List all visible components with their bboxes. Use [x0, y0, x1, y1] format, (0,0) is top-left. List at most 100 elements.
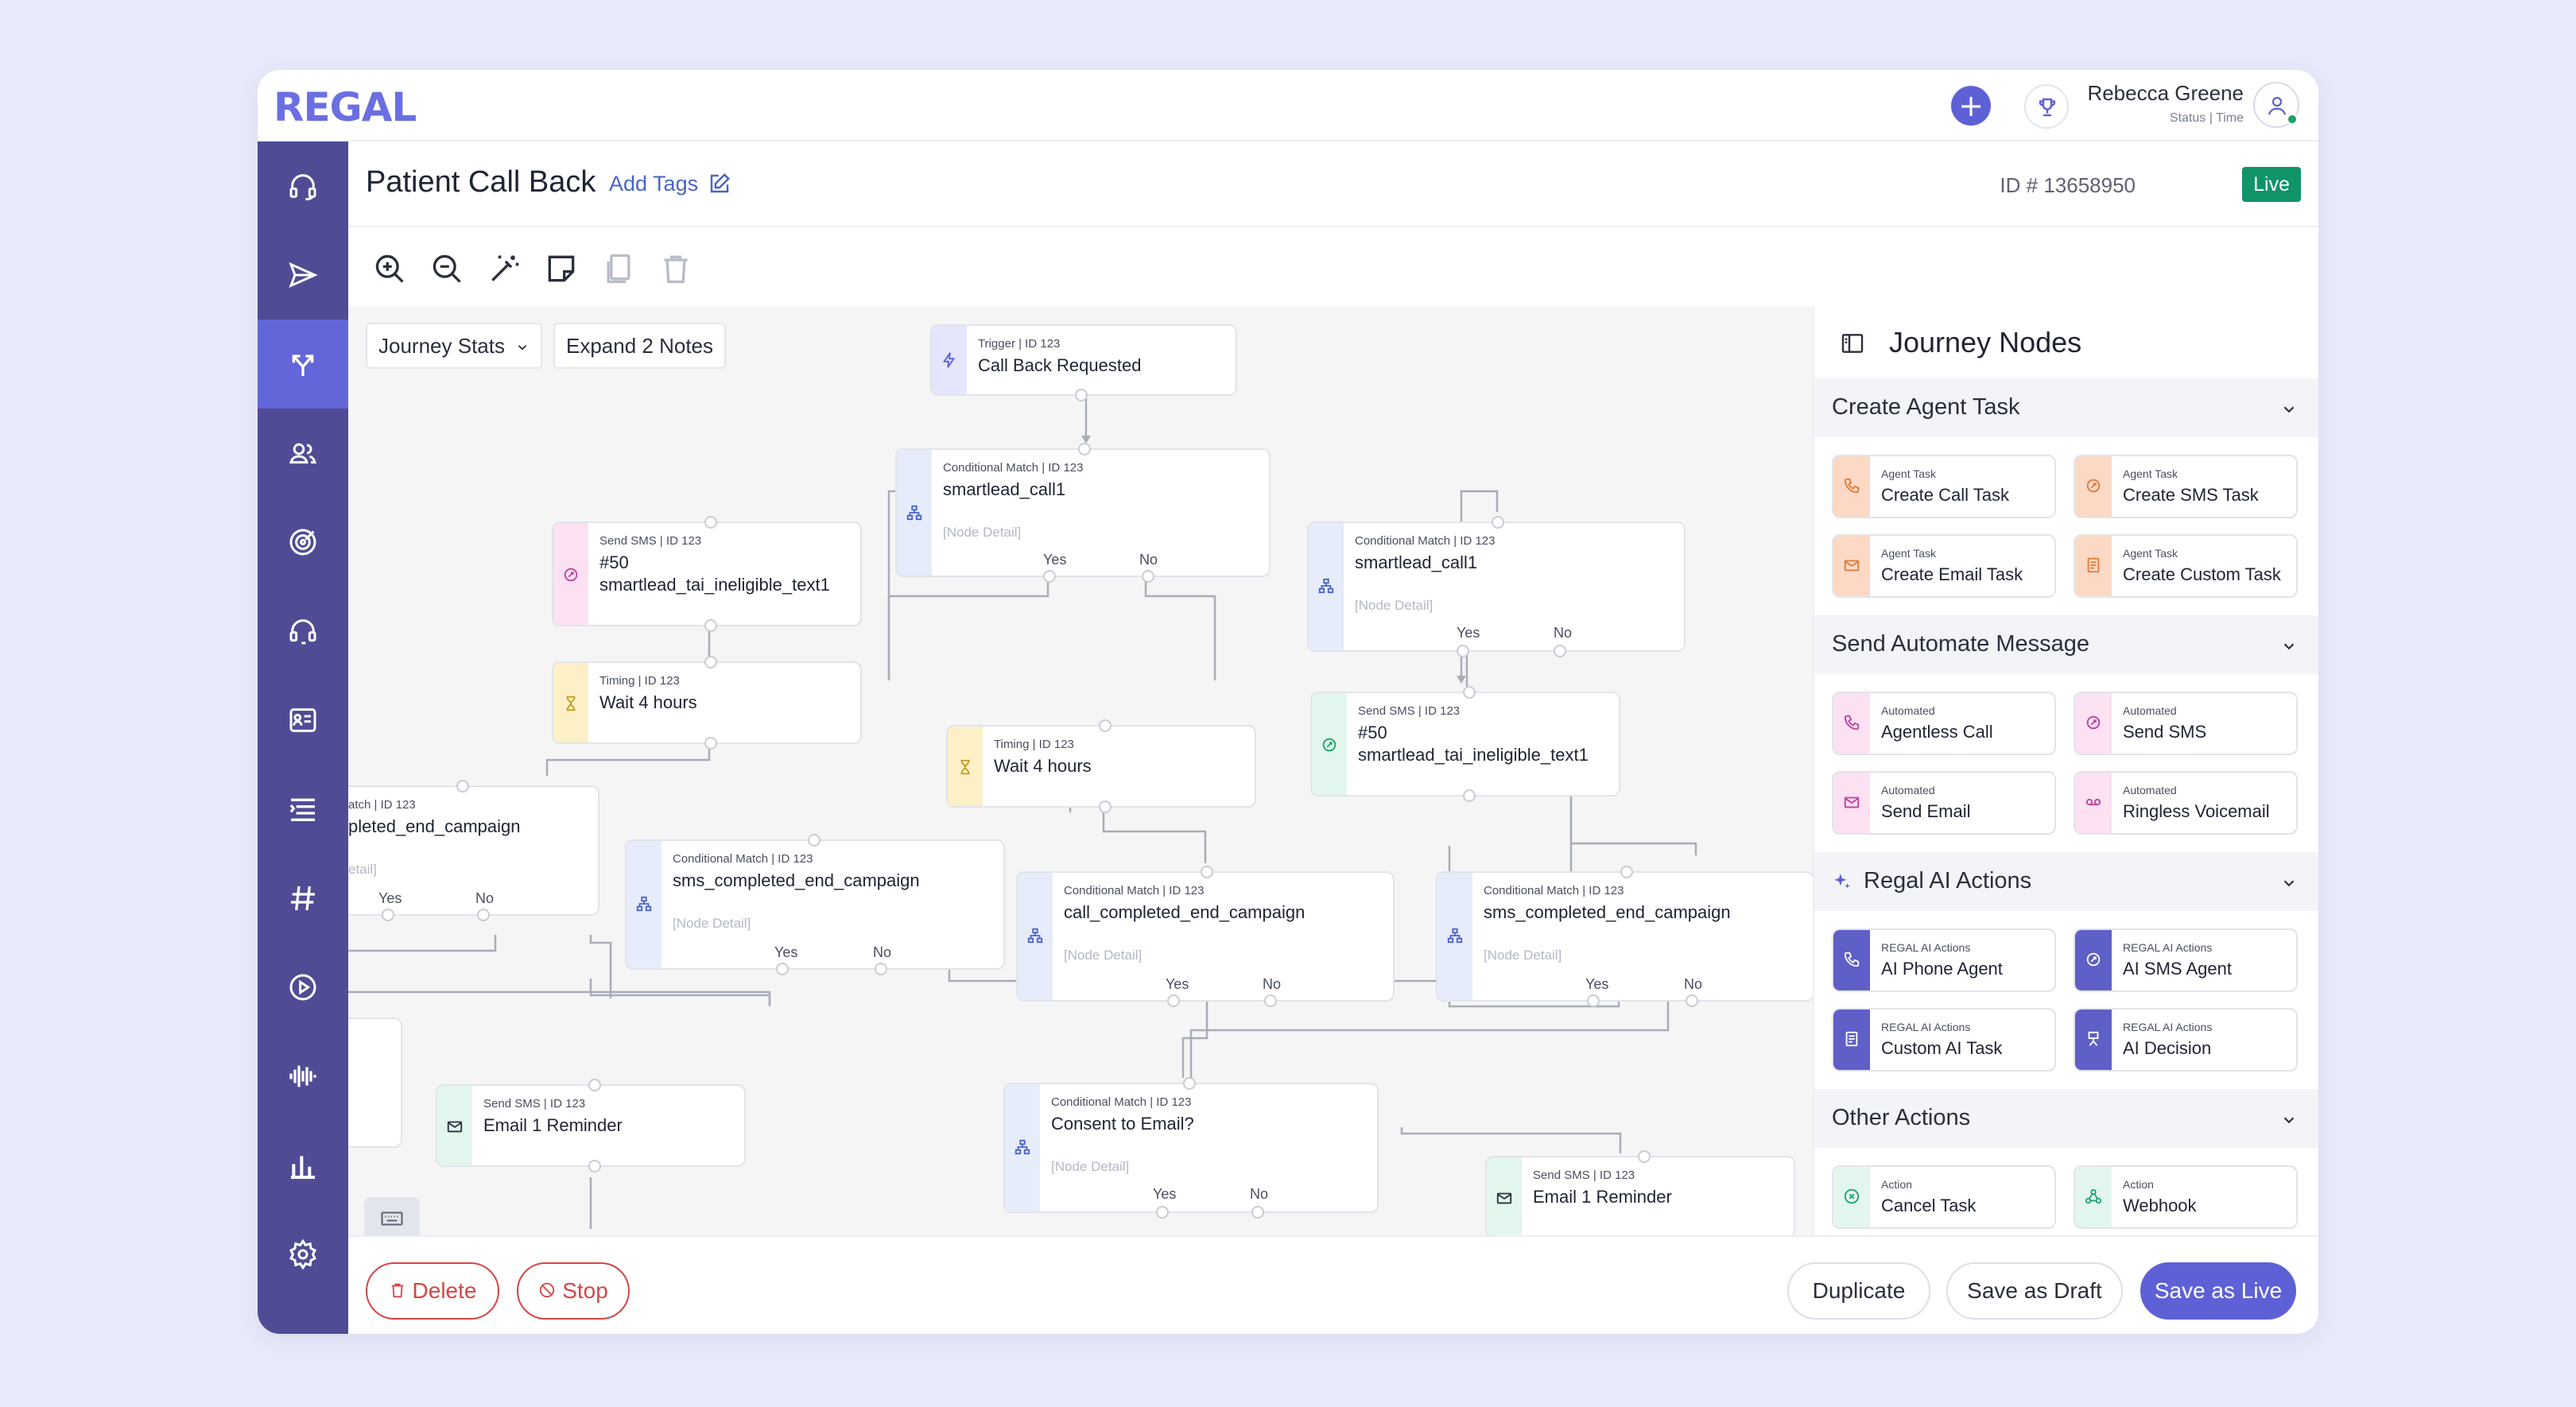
- sidebar-item-journeys[interactable]: [258, 320, 348, 409]
- edit-icon[interactable]: [708, 172, 731, 196]
- send-sms-node[interactable]: Send SMS | ID 123 #50 smartlead_tai_inel…: [1310, 686, 1620, 802]
- save-as-draft-button[interactable]: Save as Draft: [1946, 1262, 2123, 1320]
- input-port[interactable]: [1638, 1150, 1651, 1163]
- clipped-node[interactable]: [348, 1017, 402, 1148]
- input-port[interactable]: [704, 656, 717, 669]
- copy-icon[interactable]: [601, 251, 636, 286]
- panel-toggle-icon[interactable]: [1838, 331, 1867, 356]
- create-new-button[interactable]: +: [1951, 86, 1991, 126]
- conditional-match-node[interactable]: atch | ID 123 pleted_end_campaign etail]…: [348, 780, 599, 921]
- sticky-note-icon[interactable]: [544, 251, 579, 286]
- ringless-voicemail-card[interactable]: Automated Ringless Voicemail: [2074, 771, 2298, 835]
- yes-port[interactable]: [382, 909, 394, 921]
- sidebar-item-voice[interactable]: [258, 1032, 348, 1121]
- section-create-agent-task[interactable]: Create Agent Task: [1814, 378, 2318, 437]
- webhook-card[interactable]: Action Webhook: [2074, 1165, 2298, 1229]
- create-custom-task-card[interactable]: Agent Task Create Custom Task: [2074, 534, 2298, 598]
- avatar[interactable]: [2253, 82, 2299, 128]
- conditional-match-node[interactable]: Conditional Match | ID 123 sms_completed…: [1436, 866, 1813, 1007]
- trash-icon[interactable]: [658, 251, 693, 286]
- input-port[interactable]: [588, 1079, 601, 1091]
- delete-button[interactable]: Delete: [366, 1262, 499, 1320]
- input-port[interactable]: [704, 516, 717, 529]
- sidebar-item-profiles[interactable]: [258, 676, 348, 765]
- custom-ai-task-card[interactable]: REGAL AI Actions Custom AI Task: [1832, 1008, 2056, 1072]
- regal-logo[interactable]: REGAL: [274, 84, 417, 130]
- create-call-task-card[interactable]: Agent Task Create Call Task: [1832, 455, 2056, 518]
- input-port[interactable]: [1099, 719, 1111, 732]
- input-port[interactable]: [808, 834, 821, 847]
- yes-port[interactable]: [1156, 1206, 1169, 1219]
- ai-sms-agent-card[interactable]: REGAL AI Actions AI SMS Agent: [2074, 928, 2298, 992]
- yes-port[interactable]: [1167, 994, 1180, 1007]
- no-port[interactable]: [1251, 1206, 1264, 1219]
- expand-notes-button[interactable]: Expand 2 Notes: [553, 323, 727, 369]
- stop-button[interactable]: Stop: [517, 1262, 630, 1320]
- ai-decision-card[interactable]: REGAL AI Actions AI Decision: [2074, 1008, 2298, 1072]
- save-as-live-button[interactable]: Save as Live: [2140, 1262, 2296, 1320]
- send-email-card[interactable]: Automated Send Email: [1832, 771, 2056, 835]
- output-port[interactable]: [1099, 800, 1111, 813]
- input-port[interactable]: [1201, 866, 1213, 878]
- send-email-node[interactable]: Send SMS | ID 123 Email 1 Reminder: [436, 1079, 746, 1172]
- trigger-node[interactable]: Trigger | ID 123 Call Back Requested: [930, 324, 1237, 401]
- send-sms-card[interactable]: Automated Send SMS: [2074, 692, 2298, 755]
- input-port[interactable]: [1078, 443, 1091, 455]
- yes-port[interactable]: [1043, 570, 1056, 583]
- sidebar-item-contacts[interactable]: [258, 409, 348, 498]
- timing-node[interactable]: Timing | ID 123 Wait 4 hours: [946, 719, 1256, 813]
- sidebar-item-targeting[interactable]: [258, 498, 348, 587]
- user-status[interactable]: Status | Time: [2170, 111, 2244, 126]
- yes-port[interactable]: [776, 963, 789, 975]
- send-email-node[interactable]: Send SMS | ID 123 Email 1 Reminder: [1485, 1150, 1795, 1235]
- output-port[interactable]: [704, 737, 717, 750]
- conditional-match-node[interactable]: Conditional Match | ID 123 Consent to Em…: [1003, 1077, 1379, 1219]
- create-sms-task-card[interactable]: Agent Task Create SMS Task: [2074, 455, 2298, 518]
- input-port[interactable]: [1492, 516, 1504, 529]
- cancel-task-card[interactable]: Action Cancel Task: [1832, 1165, 2056, 1229]
- output-port[interactable]: [1463, 789, 1476, 802]
- section-other-actions[interactable]: Other Actions: [1814, 1089, 2318, 1148]
- node-port[interactable]: [1075, 389, 1088, 401]
- sidebar-item-reports[interactable]: [258, 1121, 348, 1210]
- conditional-match-node[interactable]: Conditional Match | ID 123 smartlead_cal…: [895, 443, 1271, 583]
- add-tags-link[interactable]: Add Tags: [609, 172, 698, 196]
- no-port[interactable]: [1686, 994, 1698, 1007]
- section-send-automate-message[interactable]: Send Automate Message: [1814, 615, 2318, 674]
- send-sms-node[interactable]: Send SMS | ID 123 #50 smartlead_tai_inel…: [552, 516, 862, 632]
- sidebar-item-agents[interactable]: [258, 587, 348, 676]
- conditional-match-node[interactable]: Conditional Match | ID 123 sms_completed…: [625, 834, 1005, 975]
- sidebar-item-recordings[interactable]: [258, 943, 348, 1032]
- keyboard-shortcuts-button[interactable]: [364, 1197, 420, 1235]
- conditional-match-node[interactable]: Conditional Match | ID 123 smartlead_cal…: [1307, 516, 1686, 657]
- yes-port[interactable]: [1457, 645, 1469, 657]
- sidebar-item-lists[interactable]: [258, 765, 348, 854]
- output-port[interactable]: [704, 619, 717, 632]
- yes-port[interactable]: [1587, 994, 1600, 1007]
- sidebar-item-headset[interactable]: [258, 141, 348, 231]
- duplicate-button[interactable]: Duplicate: [1787, 1262, 1930, 1320]
- journey-canvas[interactable]: Journey Stats Expand 2 Notes Trigger | I…: [348, 307, 1813, 1235]
- agentless-call-card[interactable]: Automated Agentless Call: [1832, 692, 2056, 755]
- input-port[interactable]: [456, 780, 469, 793]
- magic-wand-icon[interactable]: [487, 251, 522, 286]
- zoom-out-icon[interactable]: [429, 251, 464, 286]
- no-port[interactable]: [1264, 994, 1277, 1007]
- sidebar-item-tags[interactable]: [258, 854, 348, 943]
- trophy-button[interactable]: [2024, 84, 2069, 129]
- input-port[interactable]: [1183, 1077, 1196, 1090]
- timing-node[interactable]: Timing | ID 123 Wait 4 hours: [552, 656, 862, 750]
- create-email-task-card[interactable]: Agent Task Create Email Task: [1832, 534, 2056, 598]
- no-port[interactable]: [477, 909, 490, 921]
- no-port[interactable]: [1554, 645, 1566, 657]
- no-port[interactable]: [875, 963, 887, 975]
- sidebar-item-settings[interactable]: [258, 1210, 348, 1299]
- section-regal-ai-actions[interactable]: Regal AI Actions: [1814, 852, 2318, 911]
- sidebar-item-campaigns[interactable]: [258, 231, 348, 320]
- page-title[interactable]: Patient Call Back: [366, 165, 596, 200]
- ai-phone-agent-card[interactable]: REGAL AI Actions AI Phone Agent: [1832, 928, 2056, 992]
- conditional-match-node[interactable]: Conditional Match | ID 123 call_complete…: [1016, 866, 1395, 1007]
- no-port[interactable]: [1142, 570, 1154, 583]
- zoom-in-icon[interactable]: [372, 251, 407, 286]
- input-port[interactable]: [1620, 866, 1633, 878]
